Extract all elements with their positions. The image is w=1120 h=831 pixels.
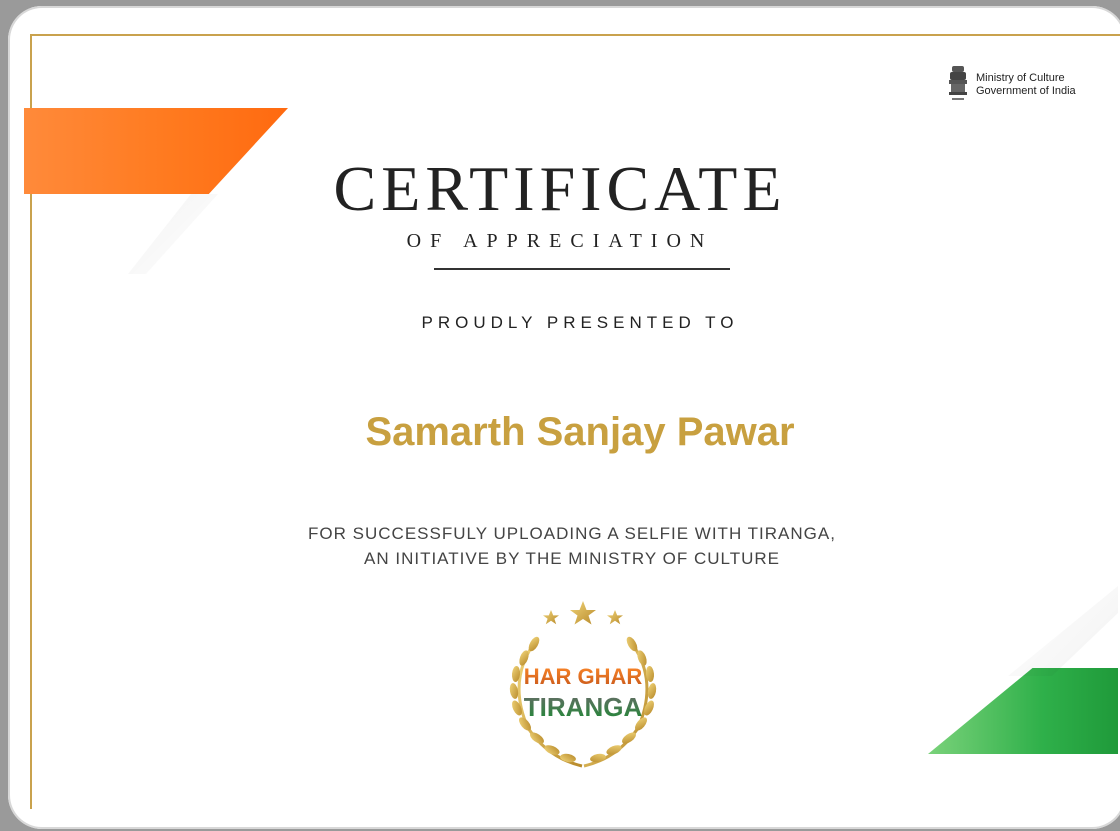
title-underline xyxy=(434,268,730,270)
green-corner-band xyxy=(928,668,1118,754)
logo-line1: HAR GHAR xyxy=(524,664,643,689)
ministry-logo: Ministry of Culture Government of India xyxy=(946,64,1086,108)
presented-to-label: PROUDLY PRESENTED TO xyxy=(421,313,739,332)
national-emblem-icon xyxy=(949,66,967,100)
star-icon xyxy=(543,601,623,625)
recipient-name: Samarth Sanjay Pawar xyxy=(365,410,795,454)
logo-line2: TIRANGA xyxy=(524,692,643,722)
green-band-shadow xyxy=(1008,586,1118,676)
certificate-subtitle: OF APPRECIATION xyxy=(406,230,714,252)
ministry-text: Ministry of Culture Government of India xyxy=(976,72,1076,98)
ministry-line1: Ministry of Culture xyxy=(976,72,1065,84)
gold-border-top xyxy=(30,34,1120,36)
ministry-line2: Government of India xyxy=(976,85,1076,97)
certificate-title: CERTIFICATE xyxy=(333,153,787,224)
certificate-reason: FOR SUCCESSFULY UPLOADING A SELFIE WITH … xyxy=(0,521,1120,571)
reason-line1: FOR SUCCESSFULY UPLOADING A SELFIE WITH … xyxy=(308,524,836,543)
reason-line2: AN INITIATIVE BY THE MINISTRY OF CULTURE xyxy=(364,549,780,568)
har-ghar-tiranga-badge: HAR GHAR TIRANGA xyxy=(509,601,657,768)
